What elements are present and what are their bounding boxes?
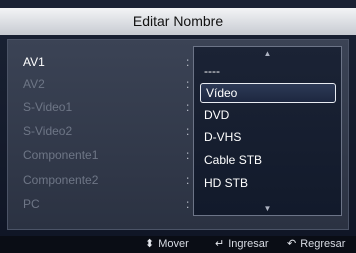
dropdown-option[interactable]: HD STB (200, 173, 336, 193)
separator: : (186, 148, 190, 162)
scroll-down-icon[interactable]: ▼ (194, 204, 341, 214)
dropdown-option[interactable]: DVD (200, 105, 336, 125)
separator: : (186, 197, 190, 211)
return-icon: ↶ (287, 238, 297, 250)
separator: : (186, 173, 190, 187)
separator: : (186, 55, 190, 69)
source-item-pc[interactable]: PC (23, 197, 40, 211)
name-options-dropdown[interactable]: ▲ ---- Vídeo DVD D-VHS Cable STB HD STB … (193, 46, 342, 216)
return-label: Regresar (300, 238, 346, 250)
dropdown-option[interactable]: D-VHS (200, 127, 336, 147)
scroll-up-icon[interactable]: ▲ (194, 49, 341, 59)
enter-label: Ingresar (228, 238, 269, 250)
source-item-svideo1[interactable]: S-Video1 (23, 100, 72, 114)
source-item-av1[interactable]: AV1 (23, 55, 45, 69)
return-hint: ↶ Regresar (287, 236, 345, 253)
footer-hints: ⬍ Mover ↵ Ingresar ↶ Regresar (0, 236, 356, 253)
separator: : (186, 77, 190, 91)
source-item-svideo2[interactable]: S-Video2 (23, 124, 72, 138)
updown-arrows-icon: ⬍ (145, 238, 155, 250)
separator: : (186, 124, 190, 138)
move-label: Mover (158, 238, 189, 250)
source-item-componente2[interactable]: Componente2 (23, 173, 98, 187)
dropdown-option[interactable]: ---- (200, 61, 336, 81)
dropdown-option[interactable]: Cable STB (200, 150, 336, 170)
menu-title: Editar Nombre (0, 8, 356, 35)
enter-hint: ↵ Ingresar (215, 236, 269, 253)
enter-icon: ↵ (215, 238, 225, 250)
source-item-componente1[interactable]: Componente1 (23, 148, 98, 162)
source-item-av2[interactable]: AV2 (23, 77, 45, 91)
dropdown-option-selected[interactable]: Vídeo (200, 83, 336, 103)
tv-menu-screen: Editar Nombre AV1 : AV2 : S-Video1 : S-V… (0, 0, 356, 253)
move-hint: ⬍ Mover (145, 236, 189, 253)
separator: : (186, 100, 190, 114)
